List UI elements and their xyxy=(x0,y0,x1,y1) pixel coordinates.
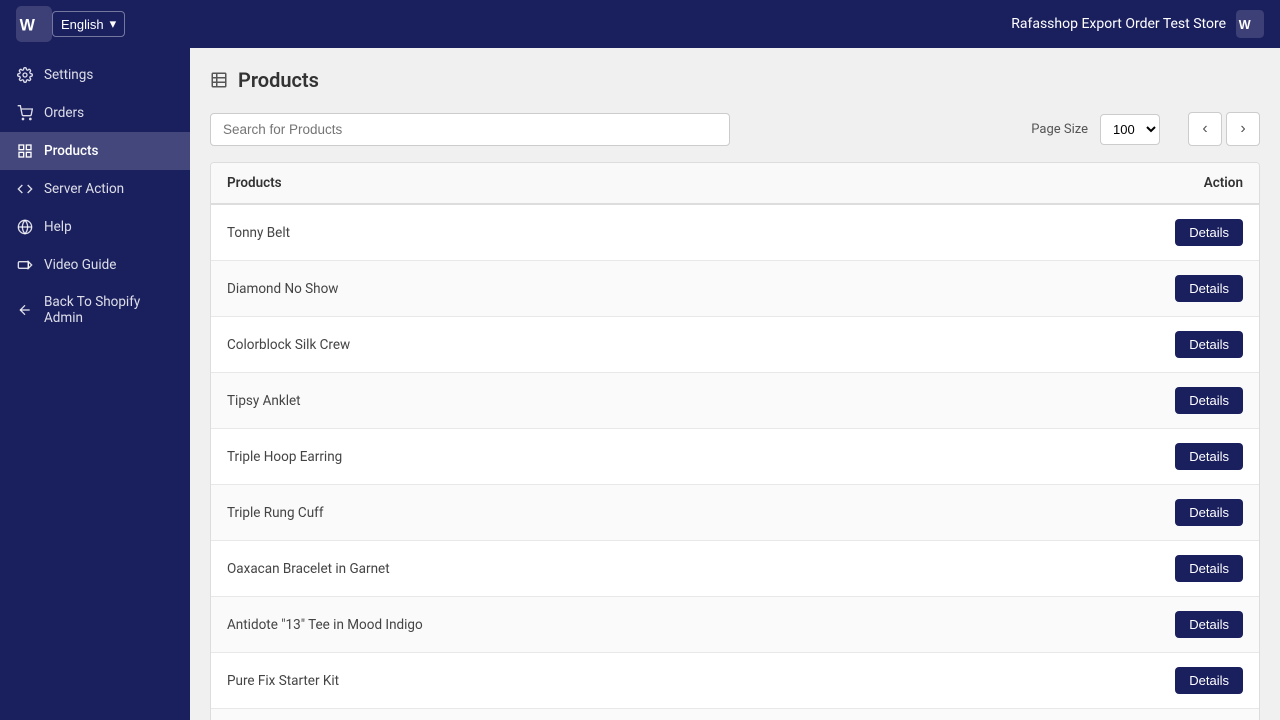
details-button[interactable]: Details xyxy=(1175,611,1243,638)
pagination-prev-button[interactable]: ‹ xyxy=(1188,112,1222,146)
page-title: Products xyxy=(238,68,319,92)
sidebar-item-settings-label: Settings xyxy=(44,67,93,83)
sidebar-item-products[interactable]: Products xyxy=(0,132,190,170)
table-row: Pure Fix Starter Kit Details xyxy=(211,653,1259,709)
globe-icon xyxy=(16,218,34,236)
product-name: Triple Rung Cuff xyxy=(227,505,1123,521)
row-action: Details xyxy=(1123,667,1243,694)
product-name: Oaxacan Bracelet in Garnet xyxy=(227,561,1123,577)
sidebar-item-help[interactable]: Help xyxy=(0,208,190,246)
products-list: Tonny Belt Details Diamond No Show Detai… xyxy=(211,205,1259,720)
sidebar-item-video-guide-label: Video Guide xyxy=(44,257,116,273)
topnav: W English ▾ Rafasshop Export Order Test … xyxy=(0,0,1280,48)
product-name: Tonny Belt xyxy=(227,225,1123,241)
sidebar-item-products-label: Products xyxy=(44,143,98,159)
table-row: Tipsy Anklet Details xyxy=(211,373,1259,429)
table-row: Triple Rung Cuff Details xyxy=(211,485,1259,541)
sidebar-item-video-guide[interactable]: Video Guide xyxy=(0,246,190,284)
details-button[interactable]: Details xyxy=(1175,387,1243,414)
product-name: Pure Fix Starter Kit xyxy=(227,673,1123,689)
sidebar-item-back-to-shopify[interactable]: Back To Shopify Admin xyxy=(0,284,190,336)
table-row: Oaxacan Bracelet in Garnet Details xyxy=(211,541,1259,597)
details-button[interactable]: Details xyxy=(1175,667,1243,694)
sidebar-item-back-to-shopify-label: Back To Shopify Admin xyxy=(44,294,174,326)
search-input[interactable] xyxy=(210,113,730,146)
products-table: Products Action Tonny Belt Details Diamo… xyxy=(210,162,1260,720)
row-action: Details xyxy=(1123,275,1243,302)
header-action: Action xyxy=(1123,175,1243,191)
code-icon xyxy=(16,180,34,198)
chevron-down-icon: ▾ xyxy=(110,16,117,32)
pagination: ‹ › xyxy=(1188,112,1260,146)
arrow-left-icon xyxy=(16,301,34,319)
page-size-select[interactable]: 100 25 50 200 xyxy=(1100,114,1160,145)
sidebar-item-orders[interactable]: Orders xyxy=(0,94,190,132)
table-row: Tonny Belt Details xyxy=(211,205,1259,261)
details-button[interactable]: Details xyxy=(1175,331,1243,358)
details-button[interactable]: Details xyxy=(1175,219,1243,246)
details-button[interactable]: Details xyxy=(1175,443,1243,470)
product-name: Antidote "13" Tee in Mood Indigo xyxy=(227,617,1123,633)
svg-text:W: W xyxy=(1239,18,1251,32)
cart-icon xyxy=(16,104,34,122)
language-selector[interactable]: English ▾ xyxy=(52,11,125,37)
row-action: Details xyxy=(1123,555,1243,582)
sidebar-item-orders-label: Orders xyxy=(44,105,84,121)
table-row: Colorblock Silk Crew Details xyxy=(211,317,1259,373)
row-action: Details xyxy=(1123,611,1243,638)
pagination-next-button[interactable]: › xyxy=(1226,112,1260,146)
row-action: Details xyxy=(1123,219,1243,246)
store-name: Rafasshop Export Order Test Store W xyxy=(1011,10,1264,38)
product-name: Triple Hoop Earring xyxy=(227,449,1123,465)
row-action: Details xyxy=(1123,443,1243,470)
sidebar: Settings Orders Products Server Action H xyxy=(0,48,190,720)
page-size-label: Page Size xyxy=(1031,122,1088,137)
main-content: Products Page Size 100 25 50 200 ‹ › Pro… xyxy=(190,48,1280,720)
language-label: English xyxy=(61,17,104,32)
sidebar-item-server-action[interactable]: Server Action xyxy=(0,170,190,208)
table-row: Diamond No Show Details xyxy=(211,261,1259,317)
product-name: Tipsy Anklet xyxy=(227,393,1123,409)
svg-text:W: W xyxy=(20,16,36,34)
video-icon xyxy=(16,256,34,274)
details-button[interactable]: Details xyxy=(1175,499,1243,526)
woo-logo-right-icon: W xyxy=(1236,10,1264,38)
woo-logo-icon: W xyxy=(16,6,52,42)
row-action: Details xyxy=(1123,387,1243,414)
grid-icon xyxy=(16,142,34,160)
details-button[interactable]: Details xyxy=(1175,275,1243,302)
product-name: Colorblock Silk Crew xyxy=(227,337,1123,353)
sidebar-item-help-label: Help xyxy=(44,219,72,235)
details-button[interactable]: Details xyxy=(1175,555,1243,582)
table-row: Triple Hoop Earring Details xyxy=(211,429,1259,485)
gear-icon xyxy=(16,66,34,84)
header-products: Products xyxy=(227,175,1123,191)
table-icon xyxy=(210,71,228,89)
row-action: Details xyxy=(1123,331,1243,358)
table-row: Jon Lock Details xyxy=(211,709,1259,720)
main-layout: Settings Orders Products Server Action H xyxy=(0,48,1280,720)
sidebar-item-server-action-label: Server Action xyxy=(44,181,124,197)
row-action: Details xyxy=(1123,499,1243,526)
sidebar-item-settings[interactable]: Settings xyxy=(0,56,190,94)
table-row: Antidote "13" Tee in Mood Indigo Details xyxy=(211,597,1259,653)
product-name: Diamond No Show xyxy=(227,281,1123,297)
toolbar: Page Size 100 25 50 200 ‹ › xyxy=(210,112,1260,146)
table-header: Products Action xyxy=(211,163,1259,205)
page-header: Products xyxy=(210,68,1260,92)
